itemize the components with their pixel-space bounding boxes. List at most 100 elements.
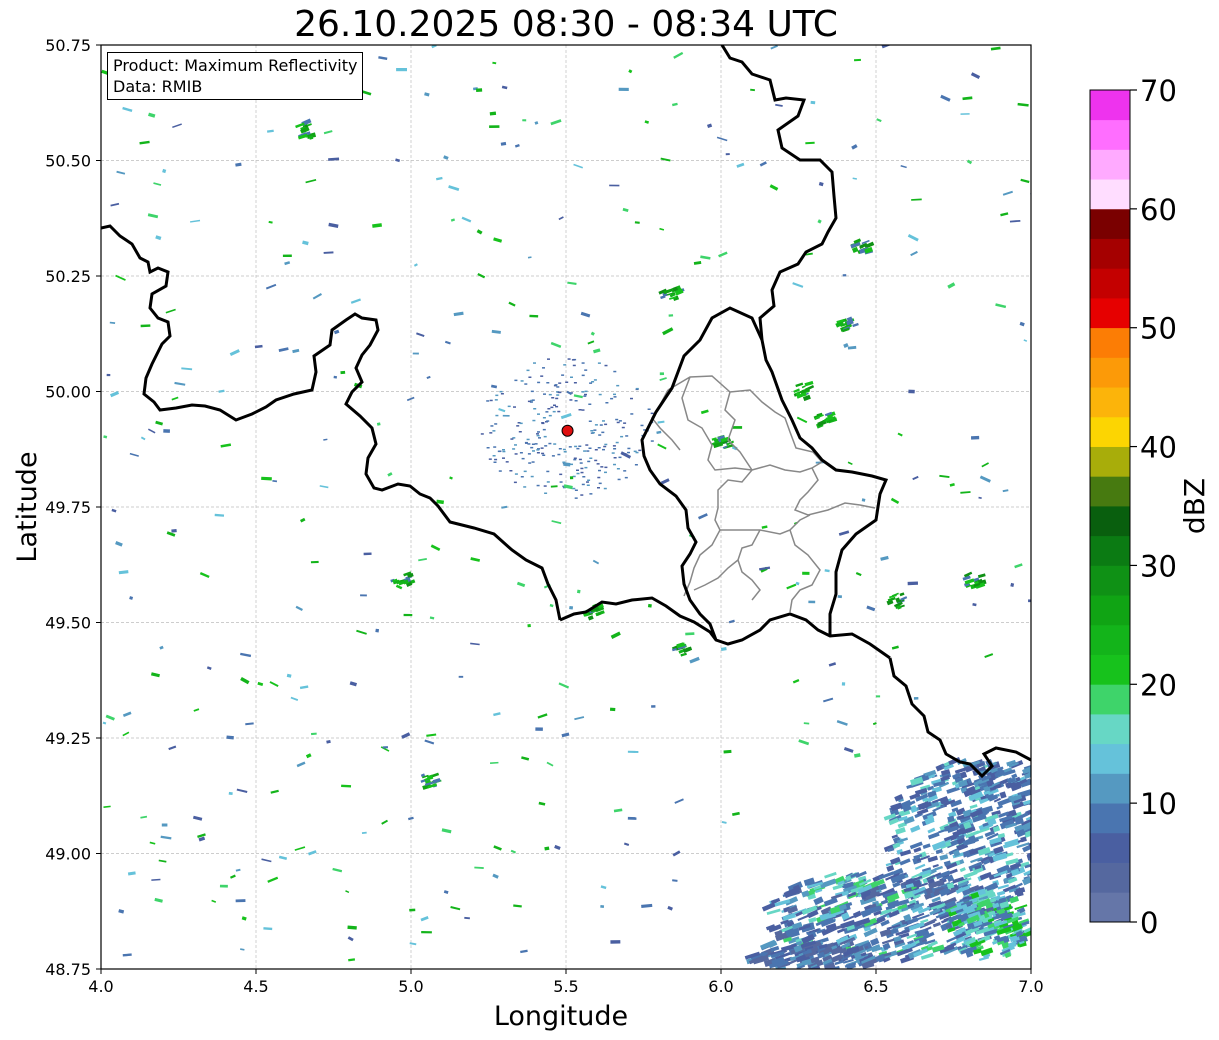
echo-pixel (589, 493, 593, 495)
colorbar-segment (1090, 298, 1130, 329)
colorbar-tick-label: 50 (1140, 312, 1177, 346)
echo-pixel (959, 867, 966, 873)
echo-pixel (913, 696, 919, 700)
echo-pixel (347, 925, 357, 930)
echo-pixel (535, 727, 543, 731)
echo-pixel (558, 216, 564, 221)
lon-tick-label: 4.0 (88, 977, 113, 996)
colorbar-segment (1090, 684, 1130, 715)
echo-pixel (685, 632, 695, 636)
echo-pixel (573, 457, 577, 459)
echo-pixel (537, 413, 540, 415)
lat-tick-label: 50.25 (45, 267, 91, 286)
echo-pixel (105, 714, 115, 721)
echo-pixel (560, 412, 572, 420)
colorbar-segment (1090, 714, 1130, 745)
echo-pixel (630, 413, 634, 415)
echo-pixel (1002, 190, 1013, 196)
echo-pixel (604, 443, 608, 446)
echo-pixel (569, 476, 574, 480)
echo-pixel (616, 421, 620, 424)
echo-pixel (591, 381, 595, 383)
echo-pixel (418, 557, 427, 562)
echo-pixel (153, 182, 162, 186)
echo-pixel (235, 868, 241, 872)
echo-pixel (557, 453, 561, 456)
echo-pixel (548, 414, 552, 417)
echo-pixel (720, 647, 727, 651)
echo-pixel (625, 435, 629, 437)
echo-pixel (581, 409, 585, 411)
colorbar-segment (1090, 476, 1130, 507)
echo-pixel (650, 440, 654, 442)
echo-pixel (305, 753, 312, 759)
echo-pixel (674, 798, 684, 804)
echo-pixel (603, 487, 607, 490)
echo-pixel (240, 677, 250, 685)
echo-pixel (360, 594, 367, 597)
echo-pixel (229, 349, 240, 357)
echo-pixel (532, 450, 535, 452)
colorbar-tick-label: 0 (1140, 906, 1158, 940)
echo-pixel (1028, 841, 1031, 847)
echo-pixel (563, 451, 567, 453)
echo-pixel (618, 87, 629, 91)
product-info-box: Product: Maximum Reflectivity Data: RMIB (107, 52, 364, 100)
echo-pixel (508, 301, 516, 307)
echo-pixel (1030, 804, 1031, 812)
echo-pixel (345, 890, 350, 894)
echo-pixel (395, 158, 401, 163)
echo-pixel (489, 432, 493, 434)
echo-pixel (531, 443, 535, 445)
province-borders (651, 375, 876, 613)
echo-pixel (122, 711, 132, 718)
echo-pixel (583, 395, 587, 397)
echo-pixel (493, 712, 501, 717)
echo-pixel (240, 652, 252, 658)
echo-pixel (129, 452, 139, 457)
echo-pixel (589, 457, 593, 459)
echo-pixel (160, 835, 172, 840)
echo-pixel (543, 435, 547, 438)
echo-pixel (486, 400, 490, 402)
echo-pixel (531, 399, 535, 401)
echo-pixel (540, 447, 544, 449)
echo-pixel (613, 370, 617, 373)
colorbar-segment (1090, 506, 1130, 537)
echo-pixel (443, 155, 449, 160)
echo-pixel (597, 362, 601, 364)
echo-pixel (523, 486, 527, 488)
echo-pixel (332, 867, 343, 873)
echo-pixel (588, 420, 592, 422)
echo-pixel (886, 864, 895, 872)
echo-pixel (299, 685, 309, 690)
echo-pixel (962, 96, 973, 101)
echo-pixel (527, 624, 531, 628)
echo-pixel (453, 311, 464, 317)
echo-pixel (585, 444, 589, 446)
echo-pixel (563, 364, 567, 366)
echo-pixel (775, 103, 783, 107)
colorbar-segment (1090, 535, 1130, 566)
echo-pixel (171, 396, 179, 401)
echo-pixel (527, 443, 531, 445)
echo-pixel (580, 471, 584, 474)
echo-pixel (510, 438, 514, 440)
echo-pixel (555, 405, 559, 408)
echo-pixel (424, 739, 435, 745)
echo-pixel (490, 761, 499, 764)
echo-pixel (550, 406, 554, 409)
echo-pixel (319, 485, 329, 489)
echo-pixel (493, 461, 497, 463)
echo-pixel (158, 859, 167, 863)
echo-pixel (627, 750, 639, 754)
echo-pixel (206, 666, 212, 670)
echo-pixel (588, 447, 592, 449)
echo-pixel (236, 788, 248, 793)
echo-pixel (640, 424, 644, 427)
echo-pixel (1014, 563, 1023, 569)
echo-pixel (501, 85, 508, 90)
echo-pixel (311, 732, 317, 736)
echo-pixel (618, 456, 622, 459)
echo-pixel (534, 121, 539, 125)
